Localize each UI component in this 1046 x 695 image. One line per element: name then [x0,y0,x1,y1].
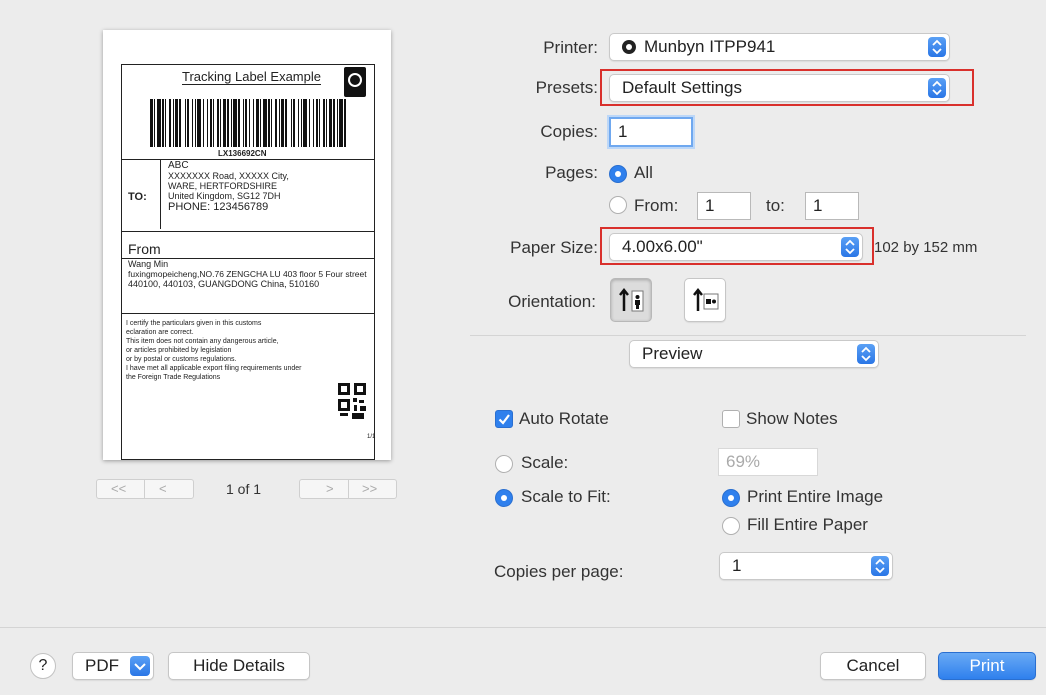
popup-arrows-icon [871,556,889,576]
scale-radio[interactable] [495,455,513,473]
next-page-button[interactable]: > [326,481,334,496]
footer-separator [0,627,1046,628]
from-label: From [128,241,161,257]
printer-status-icon [622,40,636,54]
hide-details-button[interactable]: Hide Details [168,652,310,680]
print-entire-image-radio[interactable] [722,489,740,507]
presets-highlight [600,69,974,106]
preview-forward-nav: > >> [299,479,397,499]
printer-label: Printer: [543,38,598,57]
paper-size-label: Paper Size: [510,238,598,257]
pages-all-radio[interactable] [609,165,627,183]
first-page-button[interactable]: << [111,481,126,496]
fill-entire-paper-label: Fill Entire Paper [747,515,868,534]
section-popup-value: Preview [642,344,703,363]
section-popup[interactable]: Preview [629,340,879,368]
preview-back-nav: << < [96,479,194,499]
print-button[interactable]: Print [938,652,1036,680]
page-mark: 1/1 [367,434,376,440]
printer-value: Munbyn ITPP941 [644,37,776,56]
scale-field[interactable]: 69% [718,448,818,476]
print-entire-image-label: Print Entire Image [747,487,884,506]
chevron-down-icon [130,656,150,676]
customs-declaration: I certify the particulars given in this … [126,320,302,381]
label-title: Tracking Label Example [182,69,321,85]
copies-label: Copies: [540,122,598,141]
shipping-label: Tracking Label Example LX136692CN TO: AB… [121,64,375,460]
landscape-icon [693,287,719,311]
scale-label: Scale: [521,453,569,472]
orientation-label: Orientation: [508,292,596,311]
scale-to-fit-radio[interactable] [495,489,513,507]
pages-label: Pages: [545,163,598,182]
pdf-label: PDF [85,656,119,675]
pages-from-label: From: [634,196,679,215]
portrait-button[interactable] [610,278,652,322]
page-indicator: 1 of 1 [226,481,262,497]
auto-rotate-label: Auto Rotate [519,409,609,428]
show-notes-checkbox[interactable] [722,410,740,428]
fill-entire-paper-radio[interactable] [722,517,740,535]
popup-arrows-icon [857,344,875,364]
print-preview-page: Tracking Label Example LX136692CN TO: AB… [103,30,391,460]
auto-rotate-checkbox[interactable] [495,410,513,428]
pages-from-field[interactable]: 1 [697,192,751,220]
previous-page-button[interactable]: < [159,481,167,496]
paper-dimensions: 102 by 152 mm [874,239,978,256]
scale-to-fit-label: Scale to Fit: [521,487,611,506]
printer-popup[interactable]: Munbyn ITPP941 [609,33,950,61]
presets-label: Presets: [535,78,598,97]
checkmark-icon [498,414,510,425]
qr-code-icon [338,383,366,419]
portrait-icon [619,287,644,312]
cancel-button[interactable]: Cancel [820,652,926,680]
pages-to-label: to: [766,196,785,215]
from-address: Wang Min fuxingmopeicheng,NO.76 ZENGCHA … [128,259,367,289]
to-address: ABC XXXXXXX Road, XXXXX City, WARE, HERT… [168,160,289,214]
pdf-menu-button[interactable]: PDF [72,652,154,680]
copies-field[interactable]: 1 [609,117,693,147]
globe-logo-icon [344,67,366,97]
paper-size-highlight [600,227,874,265]
pages-to-field[interactable]: 1 [805,192,859,220]
tracking-number: LX136692CN [218,149,267,158]
barcode-icon [150,99,346,147]
copies-per-page-label: Copies per page: [494,562,624,581]
show-notes-label: Show Notes [746,409,838,428]
popup-arrows-icon [928,37,946,57]
copies-per-page-value: 1 [732,556,742,575]
landscape-button[interactable] [684,278,726,322]
to-label: TO: [128,191,147,203]
last-page-button[interactable]: >> [362,481,377,496]
pages-from-radio[interactable] [609,196,627,214]
separator [470,335,1026,336]
copies-per-page-popup[interactable]: 1 [719,552,893,580]
pages-all-label: All [634,163,653,182]
help-button[interactable]: ? [30,653,56,679]
